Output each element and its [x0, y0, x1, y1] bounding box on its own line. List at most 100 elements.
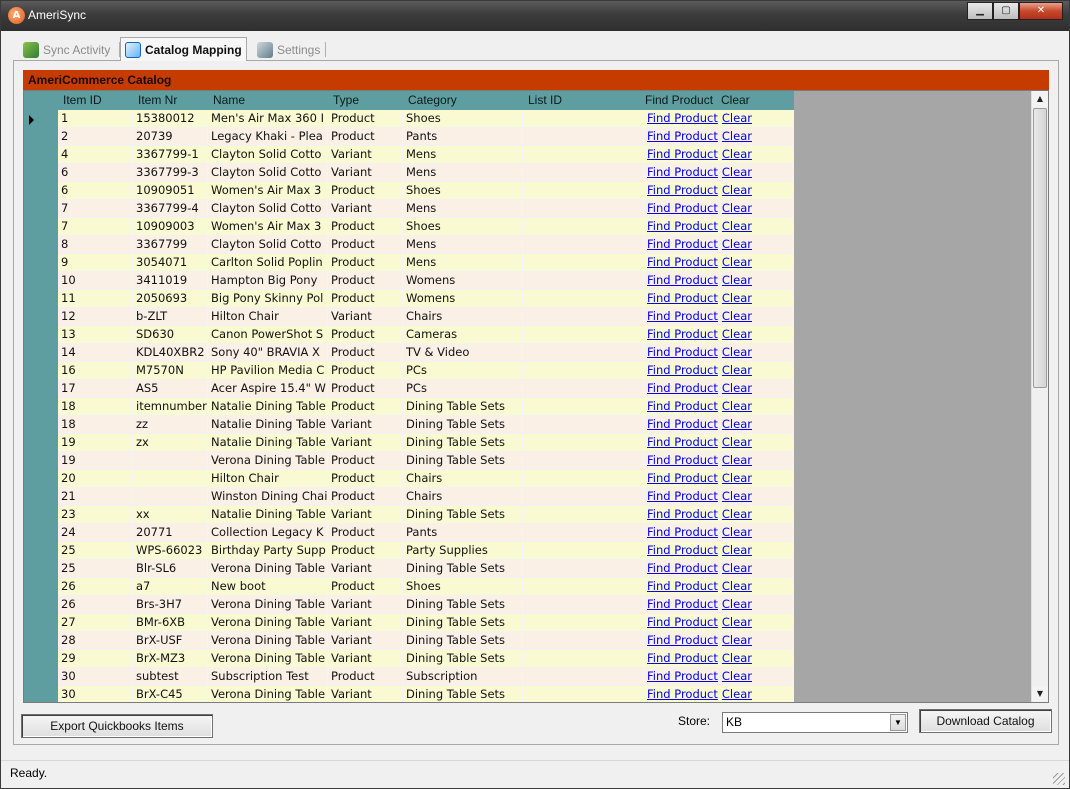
find-product-link[interactable]: Find Product — [647, 273, 718, 287]
clear-link[interactable]: Clear — [722, 651, 752, 665]
cell-type[interactable]: Product — [328, 290, 403, 307]
cell-type[interactable]: Product — [328, 272, 403, 289]
cell-item-nr[interactable]: zx — [133, 434, 208, 451]
cell-category[interactable]: Party Supplies — [403, 542, 523, 559]
cell-item-nr[interactable]: a7 — [133, 578, 208, 595]
find-product-link[interactable]: Find Product — [647, 543, 718, 557]
table-row[interactable]: 25 WPS-66023 Birthday Party Supp Product Par… — [58, 542, 794, 560]
cell-list-id[interactable] — [523, 596, 644, 613]
cell-category[interactable]: Shoes — [403, 218, 523, 235]
find-product-link[interactable]: Find Product — [647, 255, 718, 269]
cell-item-nr[interactable]: b-ZLT — [133, 308, 208, 325]
clear-link[interactable]: Clear — [722, 165, 752, 179]
clear-link[interactable]: Clear — [722, 687, 752, 701]
cell-type[interactable]: Variant — [328, 164, 403, 181]
cell-name[interactable]: Clayton Solid Cotto — [208, 146, 328, 163]
cell-item-id[interactable]: 12 — [58, 308, 133, 325]
cell-type[interactable]: Variant — [328, 686, 403, 702]
table-row[interactable]: 18 itemnumber Natalie Dining Table Product D… — [58, 398, 794, 416]
cell-type[interactable]: Product — [328, 488, 403, 505]
cell-category[interactable]: Shoes — [403, 182, 523, 199]
table-row[interactable]: 6 3367799-3 Clayton Solid Cotto Variant Mens… — [58, 164, 794, 182]
cell-item-id[interactable]: 7 — [58, 200, 133, 217]
find-product-link[interactable]: Find Product — [647, 363, 718, 377]
cell-item-nr[interactable]: AS5 — [133, 380, 208, 397]
cell-name[interactable]: Verona Dining Table — [208, 596, 328, 613]
vertical-scrollbar[interactable]: ▲ ▼ — [1031, 91, 1048, 702]
find-product-link[interactable]: Find Product — [647, 147, 718, 161]
clear-link[interactable]: Clear — [722, 453, 752, 467]
cell-name[interactable]: Acer Aspire 15.4" W — [208, 380, 328, 397]
clear-link[interactable]: Clear — [722, 471, 752, 485]
table-row[interactable]: 19 Verona Dining Table Product Dining Table… — [58, 452, 794, 470]
cell-item-id[interactable]: 26 — [58, 596, 133, 613]
find-product-link[interactable]: Find Product — [647, 111, 718, 125]
find-product-link[interactable]: Find Product — [647, 633, 718, 647]
cell-category[interactable]: Mens — [403, 164, 523, 181]
cell-list-id[interactable] — [523, 254, 644, 271]
cell-category[interactable]: Shoes — [403, 578, 523, 595]
cell-name[interactable]: Women's Air Max 3 — [208, 182, 328, 199]
cell-item-id[interactable]: 29 — [58, 650, 133, 667]
cell-type[interactable]: Product — [328, 578, 403, 595]
cell-list-id[interactable] — [523, 470, 644, 487]
column-header-find-product[interactable]: Find Product — [644, 91, 720, 110]
clear-link[interactable]: Clear — [722, 489, 752, 503]
cell-item-id[interactable]: 25 — [58, 560, 133, 577]
cell-item-nr[interactable]: 3367799 — [133, 236, 208, 253]
table-row[interactable]: 7 10909003 Women's Air Max 3 Product Shoes Fi… — [58, 218, 794, 236]
table-row[interactable]: 29 BrX-MZ3 Verona Dining Table Variant Dinin… — [58, 650, 794, 668]
cell-name[interactable]: Hampton Big Pony — [208, 272, 328, 289]
cell-item-id[interactable]: 9 — [58, 254, 133, 271]
cell-list-id[interactable] — [523, 524, 644, 541]
clear-link[interactable]: Clear — [722, 579, 752, 593]
cell-item-id[interactable]: 4 — [58, 146, 133, 163]
cell-item-nr[interactable]: Blr-SL6 — [133, 560, 208, 577]
cell-category[interactable]: Mens — [403, 146, 523, 163]
cell-list-id[interactable] — [523, 218, 644, 235]
cell-item-id[interactable]: 14 — [58, 344, 133, 361]
cell-name[interactable]: Subscription Test — [208, 668, 328, 685]
tab-settings[interactable]: Settings — [253, 39, 324, 61]
cell-item-nr[interactable]: zz — [133, 416, 208, 433]
table-row[interactable]: 16 M7570N HP Pavilion Media C Product PCs Fin… — [58, 362, 794, 380]
cell-list-id[interactable] — [523, 650, 644, 667]
table-row[interactable]: 13 SD630 Canon PowerShot S Product Cameras Fi… — [58, 326, 794, 344]
cell-name[interactable]: Verona Dining Table — [208, 650, 328, 667]
clear-link[interactable]: Clear — [722, 309, 752, 323]
cell-item-nr[interactable]: 15380012 — [133, 110, 208, 127]
cell-item-id[interactable]: 6 — [58, 182, 133, 199]
cell-list-id[interactable] — [523, 398, 644, 415]
cell-list-id[interactable] — [523, 560, 644, 577]
cell-item-id[interactable]: 30 — [58, 668, 133, 685]
clear-link[interactable]: Clear — [722, 111, 752, 125]
cell-list-id[interactable] — [523, 434, 644, 451]
cell-type[interactable]: Product — [328, 524, 403, 541]
find-product-link[interactable]: Find Product — [647, 129, 718, 143]
cell-type[interactable]: Product — [328, 236, 403, 253]
cell-item-nr[interactable]: 3054071 — [133, 254, 208, 271]
find-product-link[interactable]: Find Product — [647, 561, 718, 575]
scroll-down-arrow-icon[interactable]: ▼ — [1032, 686, 1048, 702]
tab-sync-activity[interactable]: Sync Activity — [19, 39, 114, 61]
cell-item-id[interactable]: 11 — [58, 290, 133, 307]
find-product-link[interactable]: Find Product — [647, 165, 718, 179]
cell-name[interactable]: Verona Dining Table — [208, 452, 328, 469]
cell-category[interactable]: Dining Table Sets — [403, 398, 523, 415]
download-catalog-button[interactable]: Download Catalog — [919, 709, 1052, 733]
cell-type[interactable]: Variant — [328, 560, 403, 577]
cell-category[interactable]: Mens — [403, 254, 523, 271]
cell-item-id[interactable]: 10 — [58, 272, 133, 289]
clear-link[interactable]: Clear — [722, 237, 752, 251]
find-product-link[interactable]: Find Product — [647, 687, 718, 701]
cell-item-id[interactable]: 25 — [58, 542, 133, 559]
clear-link[interactable]: Clear — [722, 363, 752, 377]
find-product-link[interactable]: Find Product — [647, 291, 718, 305]
clear-link[interactable]: Clear — [722, 435, 752, 449]
cell-name[interactable]: Hilton Chair — [208, 308, 328, 325]
tab-catalog-mapping[interactable]: Catalog Mapping — [120, 37, 247, 62]
cell-item-id[interactable]: 26 — [58, 578, 133, 595]
clear-link[interactable]: Clear — [722, 327, 752, 341]
cell-item-nr[interactable]: 3367799-1 — [133, 146, 208, 163]
clear-link[interactable]: Clear — [722, 129, 752, 143]
